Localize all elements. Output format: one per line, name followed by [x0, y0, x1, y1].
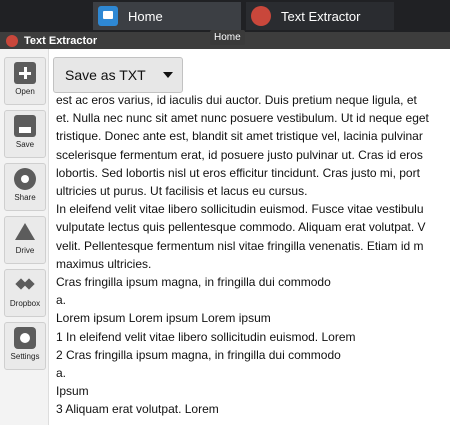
share-icon — [14, 168, 36, 190]
extracted-text-area[interactable]: est ac eros varius, id iaculis dui aucto… — [52, 91, 450, 425]
drive-icon — [14, 221, 36, 243]
text-line: lobortis. Sed lobortis nisl ut eros effi… — [56, 165, 420, 180]
save-format-dropdown[interactable]: Save as TXT — [53, 57, 183, 93]
text-line: tristique. Donec ante est, blandit sit a… — [56, 129, 423, 144]
text-line: et. Nulla nec nunc sit amet nunc posuere… — [56, 111, 429, 126]
taskbar: Home Text Extractor — [0, 0, 450, 32]
text-line: scelerisque fermentum erat, id posuere j… — [56, 147, 423, 162]
open-icon — [14, 62, 36, 84]
save-button[interactable]: Save — [4, 110, 46, 158]
text-line: ultricies ut purus. Ut facilisis et lacu… — [56, 184, 308, 199]
text-line: est ac eros varius, id iaculis dui aucto… — [56, 93, 417, 107]
text-line: In eleifend velit vitae libero sollicitu… — [56, 202, 424, 217]
text-line: velit. Pellentesque fermentum nisl vitae… — [56, 238, 424, 253]
text-extractor-app-icon — [6, 34, 18, 47]
chevron-down-icon — [163, 72, 173, 78]
app-title: Text Extractor — [24, 34, 98, 47]
text-line: a. — [56, 293, 67, 308]
settings-button[interactable]: Settings — [4, 322, 46, 370]
text-line: 1 In eleifend velit vitae libero sollici… — [56, 329, 356, 344]
text-line: a. — [56, 366, 67, 381]
save-icon — [14, 115, 36, 137]
home-icon — [98, 6, 118, 26]
open-button-label: Open — [15, 87, 35, 96]
text-line: Cras fringilla ipsum magna, in fringilla… — [56, 275, 331, 290]
home-tooltip: Home — [210, 30, 245, 45]
taskbar-tab-text-extractor[interactable]: Text Extractor — [246, 2, 394, 30]
share-button-label: Share — [14, 193, 36, 202]
sidebar: Open Save Share Drive Dropbox Settings — [0, 49, 49, 425]
text-line: Lorem ipsum Lorem ipsum Lorem ipsum — [56, 311, 271, 326]
settings-button-label: Settings — [10, 352, 40, 361]
dropbox-button-label: Dropbox — [9, 299, 41, 308]
text-line: 3 Aliquam erat volutpat. Lorem — [56, 402, 219, 417]
save-button-label: Save — [15, 140, 35, 149]
taskbar-tab-home-label: Home — [128, 8, 163, 24]
share-button[interactable]: Share — [4, 163, 46, 211]
settings-icon — [14, 327, 36, 349]
drive-button[interactable]: Drive — [4, 216, 46, 264]
text-line: maximus ultricies. — [56, 256, 152, 271]
open-button[interactable]: Open — [4, 57, 46, 105]
text-line: vulputate lectus quis pellentesque commo… — [56, 220, 426, 235]
text-line: Ipsum — [56, 384, 89, 399]
text-line: 2 Cras fringilla ipsum magna, in fringil… — [56, 347, 341, 362]
taskbar-tab-home[interactable]: Home — [93, 2, 241, 30]
drive-button-label: Drive — [15, 246, 35, 255]
dropbox-icon — [14, 274, 36, 296]
save-format-label: Save as TXT — [65, 67, 146, 83]
taskbar-tab-text-extractor-label: Text Extractor — [281, 8, 361, 24]
dropbox-button[interactable]: Dropbox — [4, 269, 46, 317]
text-extractor-app-icon — [251, 6, 271, 26]
